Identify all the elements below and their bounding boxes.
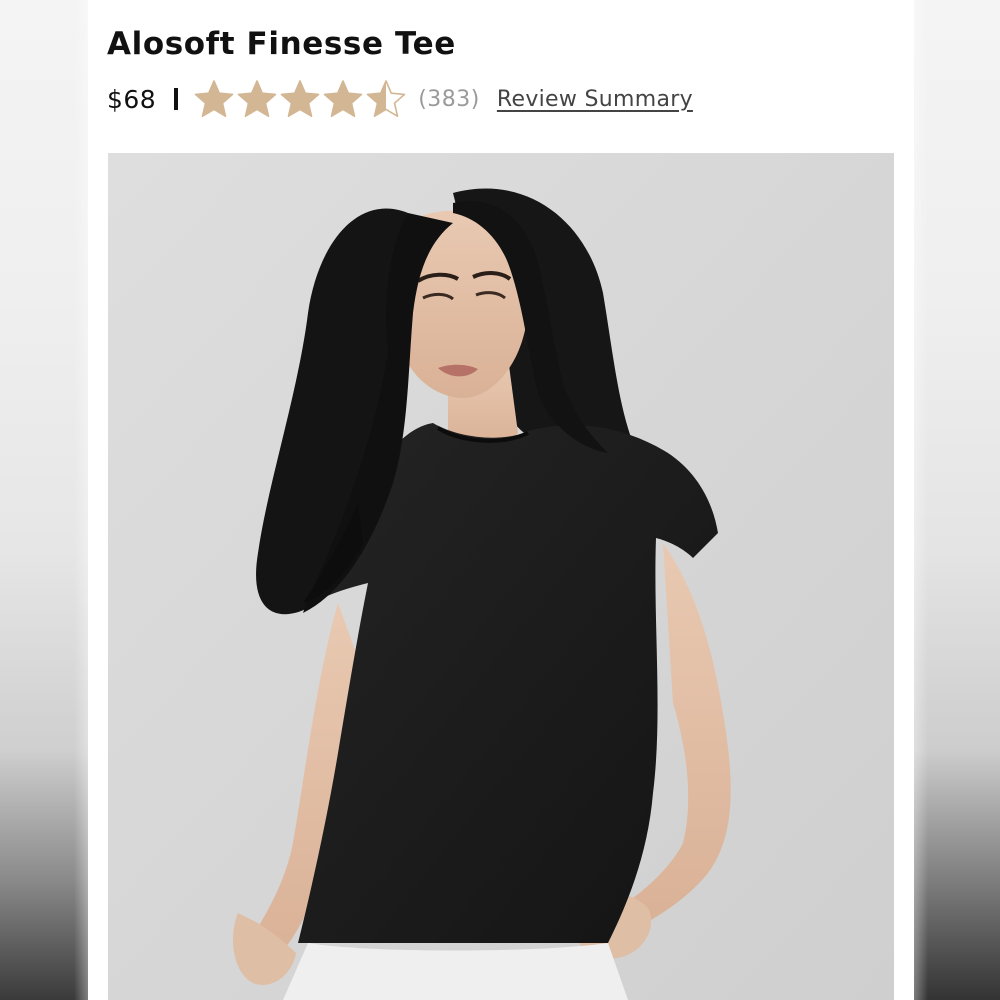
product-detail: Alosoft Finesse Tee $68 (383) Review Sum… bbox=[88, 0, 914, 1000]
left-blurred-gutter bbox=[0, 0, 88, 1000]
review-summary-link[interactable]: Review Summary bbox=[497, 87, 693, 112]
separator bbox=[174, 88, 179, 110]
review-count: (383) bbox=[418, 86, 480, 112]
star-rating[interactable] bbox=[194, 79, 406, 119]
product-price: $68 bbox=[107, 84, 157, 114]
right-blurred-gutter bbox=[914, 0, 1000, 1000]
star-half-icon bbox=[366, 79, 406, 119]
star-full-icon bbox=[323, 79, 363, 119]
star-full-icon bbox=[237, 79, 277, 119]
star-full-icon bbox=[280, 79, 320, 119]
page: Alosoft Finesse Tee $68 (383) Review Sum… bbox=[0, 0, 1000, 1000]
price-rating-row: $68 (383) Review Summary bbox=[107, 76, 693, 122]
star-full-icon bbox=[194, 79, 234, 119]
product-photo[interactable] bbox=[108, 153, 894, 1000]
product-title: Alosoft Finesse Tee bbox=[107, 26, 456, 62]
model-illustration bbox=[108, 153, 894, 1000]
